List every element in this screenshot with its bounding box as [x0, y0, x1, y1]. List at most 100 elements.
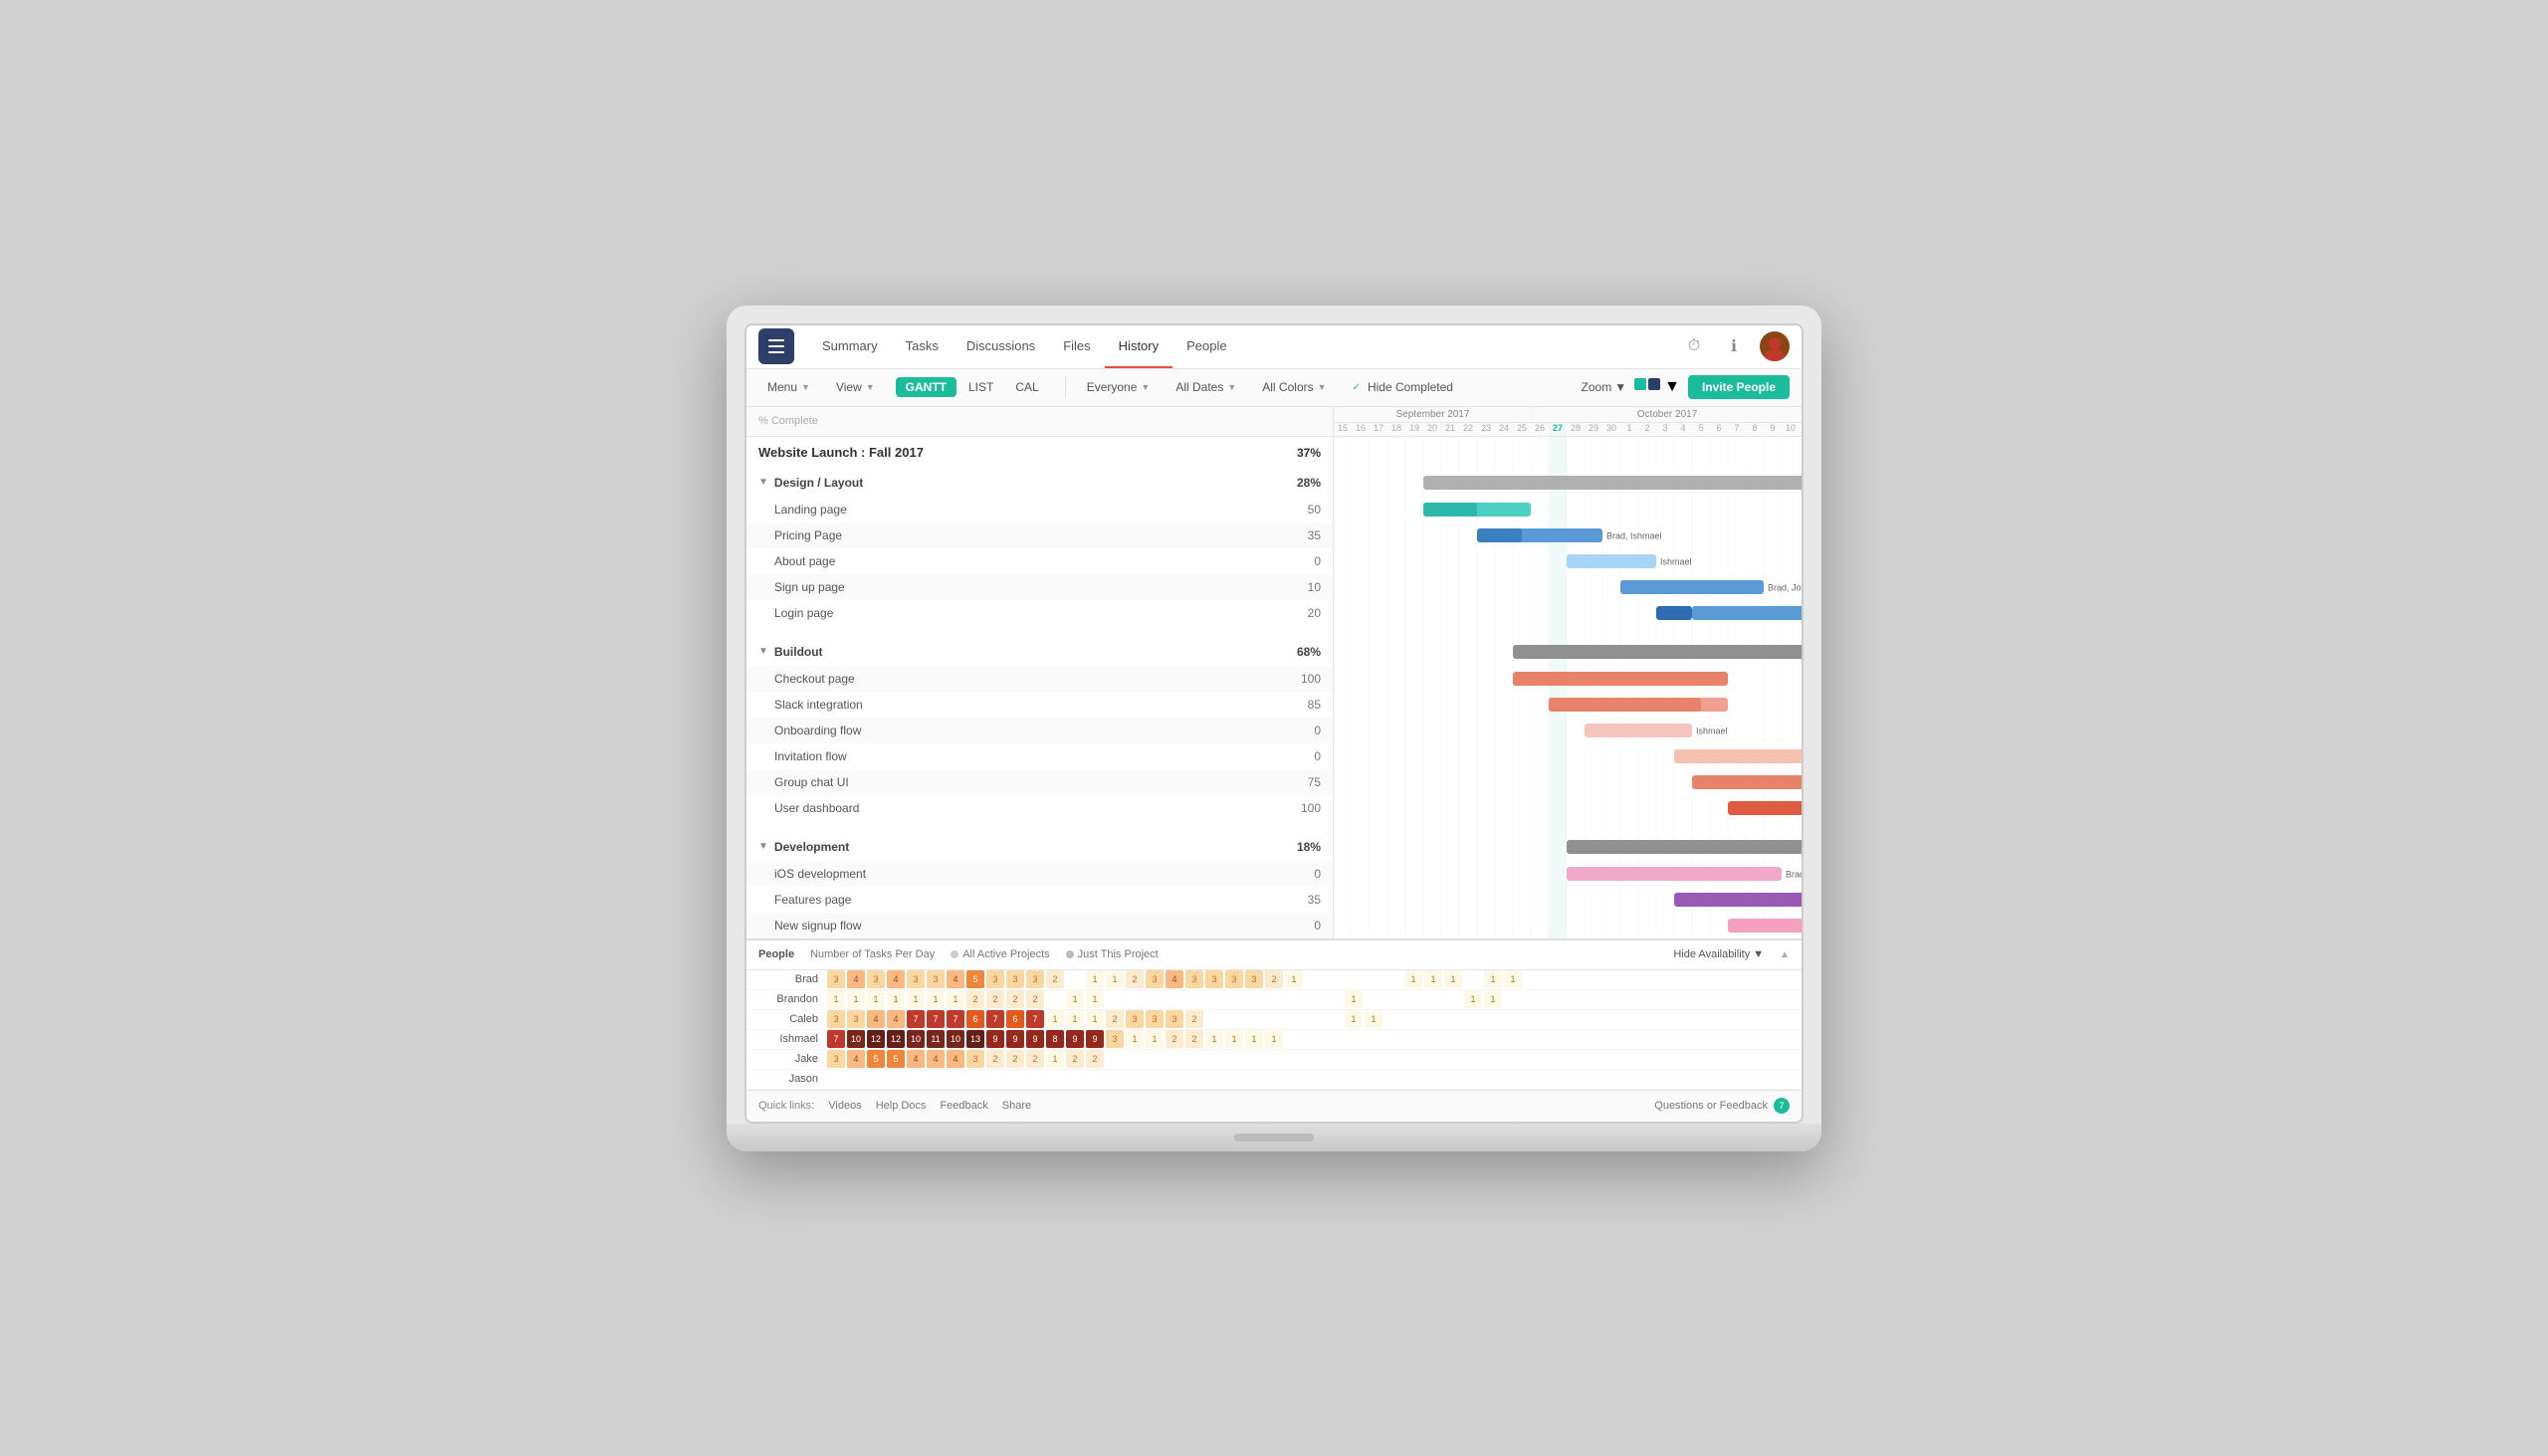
cal-tab-button[interactable]: CAL [1005, 377, 1048, 397]
person-cells: 710121210111013999899311221111 [826, 1029, 1802, 1049]
person-cells: 3434334533321123433332111111 [826, 969, 1802, 989]
group-toggle-development[interactable]: ▼ [758, 841, 768, 852]
day-cell [1404, 1070, 1422, 1088]
day-cell [1365, 1070, 1382, 1088]
user-avatar[interactable] [1760, 331, 1790, 361]
day-cell [1584, 1050, 1601, 1068]
person-row: Brad3434334533321123433332111111 [746, 970, 1802, 990]
day-cell: 4 [947, 970, 964, 988]
day-cell [1026, 1070, 1044, 1088]
day-cell: 3 [827, 1050, 845, 1068]
group-row-buildout[interactable]: ▼ Buildout 68% [746, 638, 1333, 666]
day-cell: 2 [1185, 1010, 1203, 1028]
gantt-tab-button[interactable]: GANTT [896, 377, 956, 397]
tab-people[interactable]: People [1172, 324, 1240, 368]
day-cell [1643, 1050, 1661, 1068]
everyone-dropdown[interactable]: Everyone ▼ [1078, 376, 1160, 398]
day-cell [1305, 1070, 1323, 1088]
day-cell [1225, 1010, 1243, 1028]
list-tab-button[interactable]: LIST [958, 377, 1003, 397]
day-cell [1524, 990, 1542, 1008]
menu-dropdown[interactable]: Menu ▼ [758, 376, 819, 398]
group-toggle-design[interactable]: ▼ [758, 477, 768, 488]
hide-completed-toggle[interactable]: ✓ Hide Completed [1344, 376, 1462, 398]
day-cell [1365, 1030, 1382, 1048]
task-row: New signup flow 0 [746, 913, 1333, 938]
task-row: Checkout page 100 [746, 666, 1333, 692]
day-cell [1703, 1070, 1721, 1088]
spacer [746, 821, 1333, 833]
day-cell [1404, 1030, 1422, 1048]
tab-summary[interactable]: Summary [808, 324, 892, 368]
hamburger-button[interactable] [758, 328, 794, 364]
toolbar: Menu ▼ View ▼ GANTT LIST CAL Everyo [746, 369, 1802, 407]
day-cell [1404, 990, 1422, 1008]
day-cell [1444, 1030, 1462, 1048]
group-row-design[interactable]: ▼ Design / Layout 28% [746, 469, 1333, 497]
day-cell: 1 [1345, 990, 1363, 1008]
day-cell [1663, 990, 1681, 1008]
day-cell: 4 [887, 970, 905, 988]
person-cells: 1111111222211111 [826, 989, 1802, 1009]
bottom-header: People Number of Tasks Per Day All Activ… [746, 940, 1802, 970]
day-cell [1185, 990, 1203, 1008]
info-icon[interactable]: ℹ [1720, 332, 1748, 360]
day-cell: 3 [827, 970, 845, 988]
invite-people-button[interactable]: Invite People [1688, 375, 1790, 399]
footer-link-videos[interactable]: Videos [828, 1100, 861, 1112]
footer-feedback-label[interactable]: Questions or Feedback [1654, 1100, 1768, 1112]
day-cell [1066, 1070, 1084, 1088]
day-cell: 4 [927, 1050, 945, 1068]
day-cell [1126, 1050, 1144, 1068]
day-cell [1623, 1070, 1641, 1088]
day-cell [1384, 1050, 1402, 1068]
footer-link-help-docs[interactable]: Help Docs [876, 1100, 927, 1112]
day-cell [1305, 990, 1323, 1008]
day-cell: 2 [1106, 1010, 1124, 1028]
all-dates-dropdown[interactable]: All Dates ▼ [1167, 376, 1245, 398]
day-cell [1325, 970, 1343, 988]
group-toggle-buildout[interactable]: ▼ [758, 646, 768, 657]
color-mode-toggle[interactable]: ▼ [1634, 378, 1680, 396]
clock-icon[interactable]: ⏱ [1680, 332, 1708, 360]
zoom-dropdown[interactable]: Zoom ▼ [1582, 380, 1627, 394]
color-sq-2 [1648, 378, 1660, 390]
day-cell: 3 [1225, 970, 1243, 988]
day-cell [1424, 1010, 1442, 1028]
day-cell [1564, 1010, 1582, 1028]
view-dropdown[interactable]: View ▼ [827, 376, 884, 398]
footer-link-feedback[interactable]: Feedback [940, 1100, 987, 1112]
day-cell: 1 [1484, 970, 1502, 988]
tab-files[interactable]: Files [1049, 324, 1104, 368]
day-cell [1643, 1030, 1661, 1048]
bottom-scroll-up[interactable]: ▲ [1780, 946, 1790, 962]
day-cell [1106, 1070, 1124, 1088]
footer-link-share[interactable]: Share [1002, 1100, 1031, 1112]
day-cell [867, 1070, 885, 1088]
day-cell [1663, 1010, 1681, 1028]
day-cell: 1 [907, 990, 925, 1008]
hide-availability-button[interactable]: Hide Availability ▼ [1673, 948, 1764, 960]
day-cell: 12 [887, 1030, 905, 1048]
day-cell [1166, 1050, 1183, 1068]
gantt-chart-area: Brad, IshmaelIshmaelBrad, JohnCaleb, Ish… [1334, 437, 1802, 938]
day-cell [1564, 970, 1582, 988]
day-cell [1384, 1030, 1402, 1048]
day-cell [1384, 970, 1402, 988]
tab-tasks[interactable]: Tasks [892, 324, 953, 368]
hamburger-line [768, 351, 784, 353]
tab-history[interactable]: History [1105, 324, 1172, 368]
task-row: Sign up page 10 [746, 574, 1333, 600]
day-cell [1703, 990, 1721, 1008]
day-cell: 3 [927, 970, 945, 988]
day-cell [1066, 970, 1084, 988]
tab-discussions[interactable]: Discussions [953, 324, 1049, 368]
task-row: User dashboard 100 [746, 795, 1333, 821]
day-cell [1424, 1070, 1442, 1088]
laptop-notch [1234, 1134, 1314, 1142]
all-colors-dropdown[interactable]: All Colors ▼ [1253, 376, 1335, 398]
group-row-development[interactable]: ▼ Development 18% [746, 833, 1333, 861]
day-cell [1683, 1070, 1701, 1088]
day-cell [1325, 1030, 1343, 1048]
day-cell: 2 [1126, 970, 1144, 988]
